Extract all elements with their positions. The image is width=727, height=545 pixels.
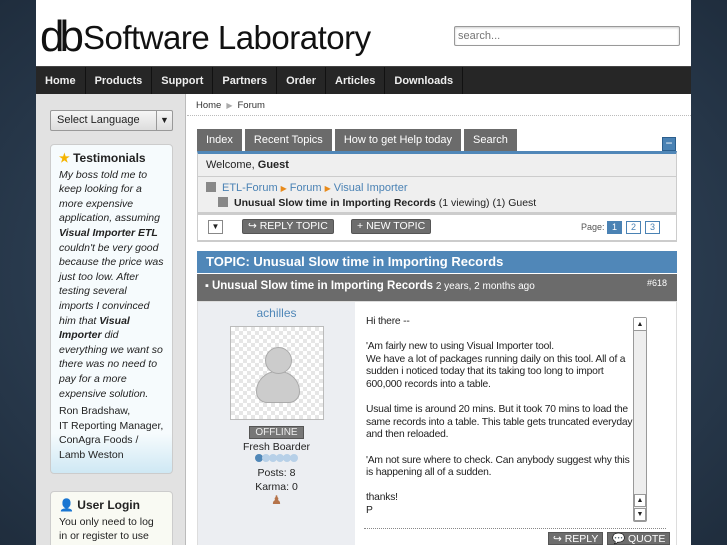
testimonials-title: Testimonials (73, 151, 146, 165)
topic-title: TOPIC: Unusual Slow time in Importing Re… (197, 251, 677, 273)
user-profile: achilles OFFLINE Fresh Boarder Posts: 8 … (198, 302, 355, 545)
author-company: ConAgra Foods / Lamb Weston (59, 434, 139, 461)
tab-help[interactable]: How to get Help today (334, 129, 462, 151)
post: achilles OFFLINE Fresh Boarder Posts: 8 … (197, 301, 677, 545)
scroll-up-icon[interactable]: ▲ (634, 494, 646, 507)
logo[interactable]: db Software Laboratory (40, 12, 371, 62)
page-3[interactable]: 3 (645, 221, 660, 234)
folder-icon (206, 182, 216, 192)
user-icon: 👤 (59, 498, 74, 512)
post-count: Posts: 8 (257, 467, 296, 479)
reply-topic-label: REPLY TOPIC (259, 220, 328, 232)
scroll-down-icon[interactable]: ▼ (634, 508, 646, 521)
topic-icon (218, 197, 228, 207)
page-1[interactable]: 1 (607, 221, 622, 234)
post-header: ▪ Unusual Slow time in Importing Records… (197, 274, 677, 301)
reply-button[interactable]: ↪ REPLY (548, 532, 604, 545)
nav-partners[interactable]: Partners (213, 67, 278, 94)
nav-downloads[interactable]: Downloads (385, 67, 464, 94)
breadcrumb: Home ▶ Forum (187, 94, 691, 116)
reply-topic-button[interactable]: ↪ REPLY TOPIC (242, 219, 334, 234)
tab-recent-topics[interactable]: Recent Topics (244, 129, 332, 151)
star-icon: ★ (59, 151, 70, 165)
user-rank: Fresh Boarder (242, 441, 311, 453)
nav-home[interactable]: Home (36, 67, 86, 94)
welcome-text: Welcome, (206, 159, 258, 171)
logo-text: Software Laboratory (82, 19, 371, 56)
login-title: User Login (77, 498, 140, 512)
collapse-icon[interactable]: − (662, 137, 676, 151)
language-select[interactable]: Select Language ▼ (50, 110, 173, 131)
rank-dots (198, 453, 355, 465)
breadcrumb-home[interactable]: Home (196, 100, 221, 111)
nav-order[interactable]: Order (277, 67, 327, 94)
path-topic: Unusual Slow time in Importing Records (234, 197, 436, 209)
gender-icon: ♟ (271, 493, 282, 507)
login-text: You only need to log in or register to u… (59, 515, 154, 545)
testimonials-box: ★ Testimonials My boss told me to keep l… (50, 144, 173, 474)
path-etl-forum[interactable]: ETL-Forum (222, 182, 278, 194)
testimonial-quote: My boss told me to keep looking for a mo… (59, 168, 164, 402)
page: dbSoftware Laboratory Home Products Supp… (36, 0, 691, 545)
post-icon: ▪ (205, 280, 212, 292)
scrollbar[interactable]: ▲ ▲ ▼ (633, 317, 647, 522)
status-badge: OFFLINE (249, 426, 304, 439)
welcome-user: Guest (257, 159, 289, 171)
tab-search[interactable]: Search (464, 129, 517, 151)
reply-label: REPLY (564, 533, 599, 545)
author: Ron Bradshaw, (59, 405, 131, 418)
main-content: Home ▶ Forum Index Recent Topics How to ge… (187, 94, 691, 545)
avatar (229, 326, 324, 420)
arrow-icon: ▶ (280, 184, 287, 193)
forum-panel: Welcome, Guest ETL-Forum ▶ Forum ▶ Visual Im… (197, 151, 677, 242)
quote-bold: Visual Importer ETL (59, 226, 158, 239)
forum-path: ETL-Forum ▶ Forum ▶ Visual Importer Unusual … (198, 177, 676, 215)
path-visual-importer[interactable]: Visual Importer (334, 182, 408, 194)
divider (364, 528, 666, 529)
header: db Software Laboratory (36, 0, 691, 66)
viewing-count: (1 viewing) (1) Guest (435, 197, 537, 209)
post-title: Unusual Slow time in Importing Records (211, 280, 434, 292)
dropdown-icon[interactable]: ▼ (208, 220, 223, 234)
search-input[interactable] (454, 26, 680, 46)
welcome: Welcome, Guest (198, 154, 676, 177)
quote-label: QUOTE (628, 533, 666, 545)
nav-products[interactable]: Products (86, 67, 153, 94)
post-body: Hi there -- 'Am fairly new to using Visu… (366, 316, 633, 516)
breadcrumb-forum[interactable]: Forum (238, 100, 265, 111)
page-label: Page: (581, 222, 605, 232)
quote-button[interactable]: 💬 QUOTE (607, 532, 671, 545)
forum-tabs: Index Recent Topics How to get Help toda… (197, 129, 520, 151)
scroll-up-icon[interactable]: ▲ (634, 318, 646, 331)
language-label: Select Language (57, 114, 140, 126)
user-login-box: 👤 User Login You only need to log in or … (50, 491, 173, 545)
tab-index[interactable]: Index (197, 129, 242, 151)
action-bar: ▼ ↪ REPLY TOPIC + NEW TOPIC Page: 1 2 3 (198, 215, 676, 241)
arrow-icon: ▶ (324, 184, 331, 193)
chevron-right-icon: ▶ (226, 101, 233, 110)
nav-support[interactable]: Support (152, 67, 214, 94)
sidebar: Select Language ▼ ★ Testimonials My boss … (36, 94, 186, 545)
logo-mark: db (40, 12, 84, 61)
chevron-down-icon: ▼ (156, 111, 172, 130)
quote-text: My boss told me to keep looking for a mo… (59, 168, 160, 225)
post-time: 2 years, 2 months ago (433, 281, 535, 292)
path-forum[interactable]: Forum (290, 182, 322, 194)
username[interactable]: achilles (198, 306, 355, 320)
nav-articles[interactable]: Articles (326, 67, 386, 94)
new-topic-label: NEW TOPIC (366, 220, 426, 232)
post-number[interactable]: #618 (647, 278, 667, 288)
author-role: IT Reporting Manager, (59, 419, 164, 432)
karma: Karma: 0 (255, 481, 298, 493)
new-topic-button[interactable]: + NEW TOPIC (351, 219, 432, 234)
main-nav: Home Products Support Partners Order Art… (36, 66, 691, 94)
page-2[interactable]: 2 (626, 221, 641, 234)
